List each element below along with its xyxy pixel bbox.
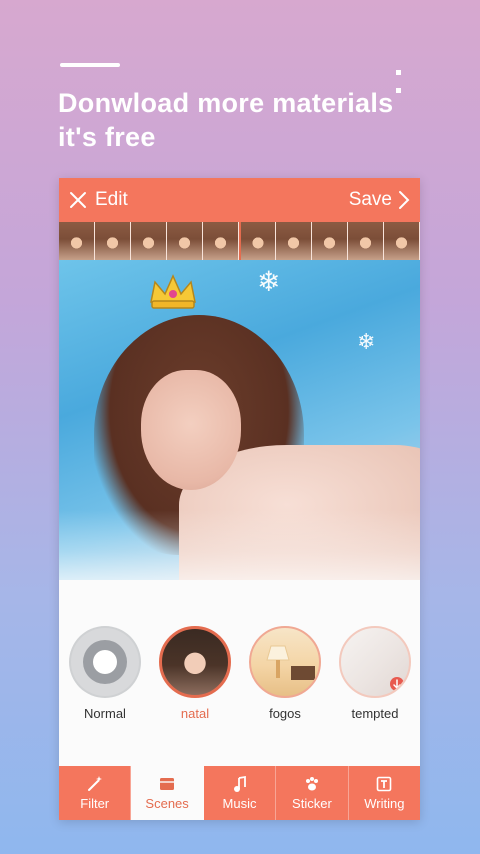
tab-filter[interactable]: Filter — [59, 766, 132, 820]
timeline-frame[interactable] — [202, 222, 239, 260]
top-divider — [60, 63, 120, 67]
text-icon — [377, 776, 392, 792]
timeline-frame[interactable] — [312, 222, 349, 260]
snowflake-icon: ❄ — [357, 329, 376, 354]
scene-name: fogos — [269, 706, 301, 721]
scenes-icon — [160, 778, 175, 790]
tab-writing[interactable]: Writing — [349, 766, 420, 820]
photo-preview[interactable]: ❄ ❄ — [59, 260, 420, 580]
edit-button[interactable]: Edit — [69, 188, 128, 212]
tab-sticker[interactable]: Sticker — [276, 766, 349, 820]
tab-scenes[interactable]: Scenes — [131, 766, 204, 820]
timeline-frame[interactable] — [94, 222, 131, 260]
scene-thumbnail-tempted — [339, 626, 411, 698]
no-effect-icon — [71, 628, 139, 696]
editor-header: Edit Save — [59, 178, 420, 222]
tab-label: Sticker — [292, 796, 332, 811]
scene-option-fogos[interactable]: fogos — [247, 626, 323, 721]
snow-overlay — [59, 510, 420, 580]
dots-indicator — [396, 62, 410, 93]
timeline-frame[interactable] — [348, 222, 385, 260]
frame-timeline[interactable] — [59, 222, 420, 260]
scene-name: natal — [180, 706, 210, 721]
timeline-frame[interactable] — [130, 222, 167, 260]
crown-sticker-icon — [150, 274, 196, 309]
scene-thumbnail-normal — [69, 626, 141, 698]
scene-option-tempted[interactable]: tempted — [337, 626, 413, 721]
timeline-frame[interactable] — [276, 222, 313, 260]
chevron-right-icon — [399, 191, 410, 209]
headline-line-2: it's free — [58, 122, 156, 152]
tab-label: Filter — [80, 796, 110, 811]
timeline-frame[interactable] — [166, 222, 203, 260]
bottom-tab-bar: Filter Scenes Music Sticker Writing — [59, 766, 420, 820]
tab-label: Writing — [364, 796, 405, 811]
download-badge-icon[interactable] — [341, 628, 411, 698]
scene-thumbnail-natal — [159, 626, 231, 698]
scene-option-natal[interactable]: natal — [157, 626, 233, 721]
promo-headline: Donwload more materials it's free — [58, 86, 458, 154]
scene-option-normal[interactable]: Normal — [67, 626, 143, 721]
close-icon[interactable] — [69, 191, 87, 209]
photo-subject-face — [141, 370, 241, 490]
scene-thumbnail-fogos — [249, 626, 321, 698]
scene-name: Normal — [84, 706, 126, 721]
save-label: Save — [348, 189, 392, 210]
snowflake-icon: ❄ — [257, 266, 281, 297]
magic-wand-icon — [87, 776, 102, 791]
music-note-icon — [233, 775, 246, 792]
edit-label: Edit — [95, 189, 128, 210]
save-button[interactable]: Save — [349, 188, 410, 212]
scene-name: tempted — [351, 706, 399, 721]
tab-label: Music — [222, 796, 257, 811]
scene-picker: Normal natal fogos tempted — [59, 580, 420, 766]
timeline-frame[interactable] — [384, 222, 420, 260]
editor-card: Edit Save ❄ ❄ Normal natal fogos tempted… — [59, 178, 420, 820]
lamp-icon — [266, 645, 315, 680]
timeline-frame[interactable] — [59, 222, 95, 260]
tab-music[interactable]: Music — [204, 766, 277, 820]
timeline-frame-current[interactable] — [238, 222, 277, 260]
headline-line-1: Donwload more materials — [58, 88, 394, 118]
tab-label: Scenes — [145, 796, 189, 811]
paw-icon — [305, 777, 318, 791]
